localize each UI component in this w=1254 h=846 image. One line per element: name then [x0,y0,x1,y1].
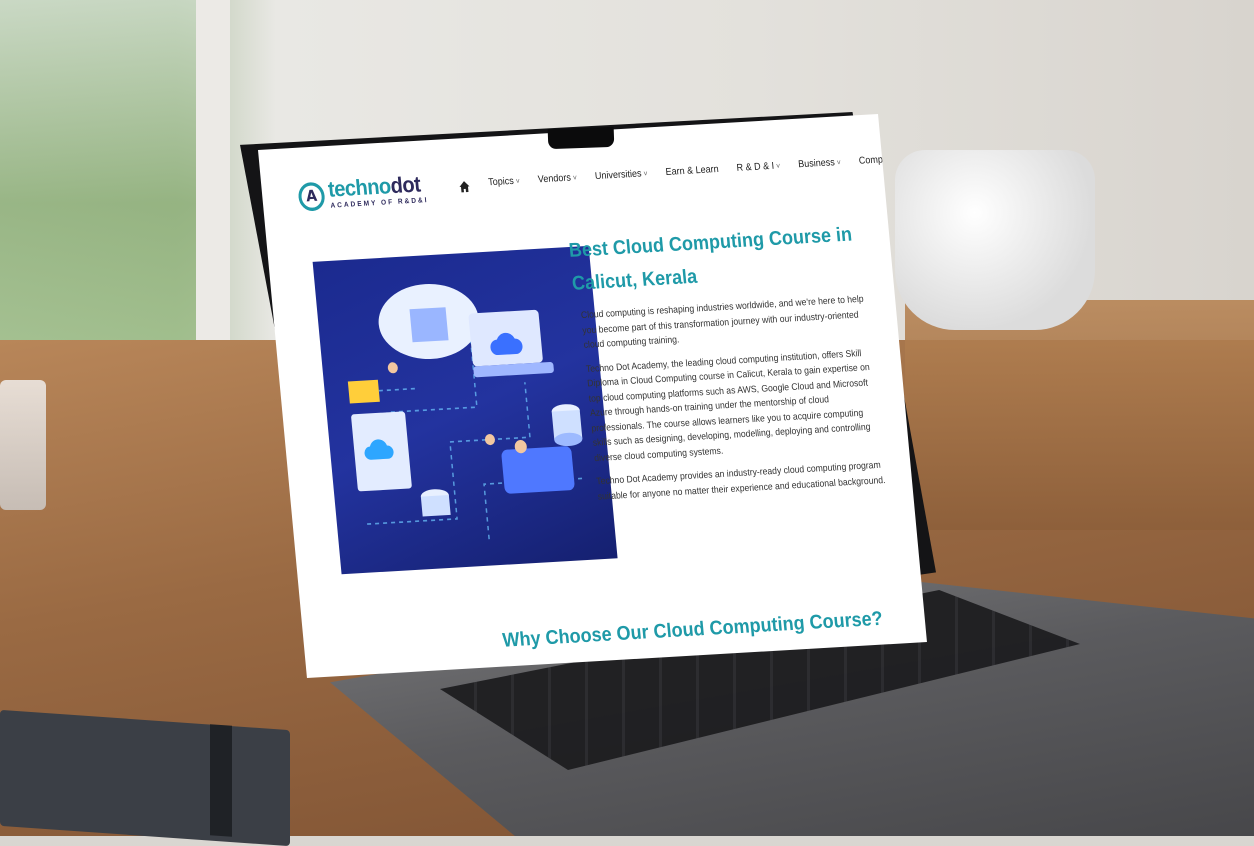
nav-item-topics[interactable]: Topics˅ [488,175,521,187]
logo-mark-icon: A [297,181,326,212]
wooden-shelf [905,300,1254,530]
camera-notch [547,126,615,150]
section-heading: Why Choose Our Cloud Computing Course? [501,607,884,652]
chevron-down-icon: ˅ [775,162,781,171]
site-logo[interactable]: A technodot ACADEMY OF R&D&I [297,173,429,214]
chevron-down-icon: ˅ [515,177,521,186]
page-title: Best Cloud Computing Course in Calicut, … [567,222,853,295]
home-icon[interactable] [458,180,471,194]
chevron-down-icon: ˅ [572,174,578,183]
chevron-down-icon: ˅ [643,170,649,179]
chevron-down-icon: ˅ [836,159,842,168]
nav-item-universities[interactable]: Universities˅ [594,167,649,182]
intro-paragraph: Techno Dot Academy, the leading cloud co… [585,346,871,463]
notebook-band [210,724,232,837]
notebook [0,709,290,846]
plant-pot [895,150,1095,330]
nav-item-rdi[interactable]: R & D & I˅ [736,160,781,173]
cloud-computing-illustration [312,245,618,575]
main-menu: Topics˅ Vendors˅ Universities˅ Earn & Le… [488,152,904,188]
nav-item-vendors[interactable]: Vendors˅ [537,171,578,185]
intro-paragraph: Techno Dot Academy provides an industry-… [595,458,886,502]
illustration-graphic [347,283,585,540]
nav-item-earn-learn[interactable]: Earn & Learn [665,163,719,177]
nav-item-business[interactable]: Business˅ [798,156,842,169]
intro-paragraph: Cloud computing is reshaping industries … [580,292,864,351]
glass-candle [0,380,46,510]
background-window [0,0,200,370]
intro-text: Cloud computing is reshaping industries … [580,291,889,512]
laptop-screen: A technodot ACADEMY OF R&D&I Topics˅ Ven… [258,114,927,679]
window-frame [196,0,230,360]
